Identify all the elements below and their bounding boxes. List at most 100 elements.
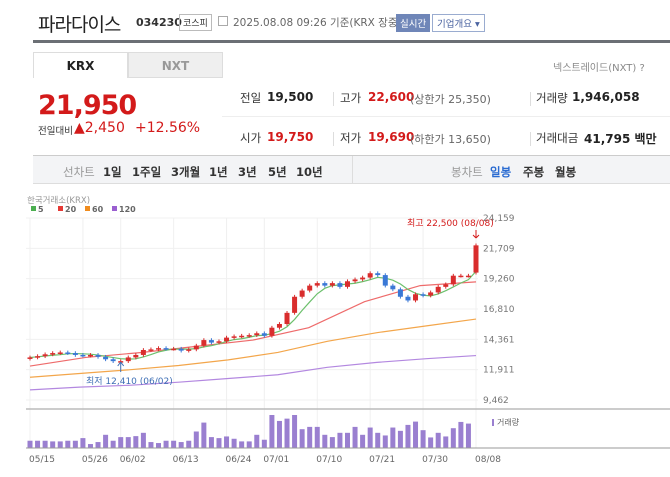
candle	[473, 245, 479, 273]
volume-bar	[337, 432, 343, 448]
period-3y[interactable]: 3년	[238, 164, 257, 180]
volume-bar	[72, 440, 78, 448]
price-chart[interactable]: 한국거래소(KRX) 5 20 60 120 24,15921,70919,26016…	[0, 190, 670, 477]
timestamp: 2025.08.08 09:26 기준(KRX 장중)	[233, 17, 402, 29]
volume-bar	[103, 434, 109, 448]
x-tick-label: 05/26	[82, 455, 108, 465]
divider	[352, 156, 353, 183]
amount-value: 41,795 백만	[584, 132, 657, 146]
y-tick-label: 19,260	[483, 275, 515, 285]
legend-label: 20	[65, 205, 77, 214]
candle	[420, 294, 426, 296]
market-badge: 코스피	[179, 14, 212, 31]
x-tick-label: 06/24	[226, 455, 252, 465]
ma5-line	[29, 270, 477, 360]
volume-bar	[314, 426, 320, 448]
period-3m[interactable]: 3개월	[171, 164, 200, 180]
candle	[87, 354, 93, 357]
candle	[397, 289, 403, 297]
candle	[458, 275, 464, 278]
divider	[333, 132, 334, 146]
candle	[314, 283, 320, 286]
volume-bar	[50, 441, 56, 448]
volume-bar	[118, 437, 124, 448]
candle	[125, 357, 131, 362]
period-1y[interactable]: 1년	[209, 164, 228, 180]
nxt-help-link[interactable]: 넥스트레이드(NXT) ?	[553, 59, 645, 74]
volume-bar	[284, 418, 290, 448]
candle	[224, 337, 230, 342]
volume-bar	[458, 421, 464, 448]
candle	[201, 340, 207, 346]
candle	[367, 273, 373, 278]
realtime-button[interactable]: 실시간	[396, 14, 431, 32]
y-tick-label: 9,462	[483, 396, 509, 406]
tab-krx[interactable]: KRX	[33, 52, 128, 78]
period-monthly[interactable]: 월봉	[555, 164, 576, 180]
change-value: ▲2,450	[74, 120, 125, 136]
candle	[178, 348, 184, 351]
candle	[307, 285, 313, 291]
volume-bar	[110, 440, 116, 448]
volume-bar	[186, 440, 192, 448]
candle	[171, 348, 177, 351]
candle	[344, 281, 350, 287]
period-1w[interactable]: 1주일	[132, 164, 161, 180]
volume-bar	[428, 437, 434, 448]
volume-bar	[322, 434, 328, 448]
open-value: 19,750	[267, 130, 314, 144]
volume-bar	[80, 438, 86, 448]
candle	[42, 354, 48, 357]
candle	[390, 285, 396, 290]
volume-bar	[65, 440, 71, 448]
period-daily[interactable]: 일봉	[490, 164, 511, 180]
current-price: 21,950	[38, 90, 137, 121]
legend-swatch	[85, 206, 90, 211]
line-chart-label: 선차트	[63, 165, 95, 179]
divider	[530, 132, 531, 146]
volume-bar	[246, 441, 252, 448]
tab-nxt[interactable]: NXT	[128, 52, 223, 78]
volume-bar	[224, 436, 230, 448]
period-5y[interactable]: 5년	[268, 164, 287, 180]
lower-limit: (하한가 13,650)	[410, 133, 491, 146]
company-info-dropdown[interactable]: 기업개요 ▾	[432, 14, 485, 32]
divider	[333, 92, 334, 106]
ma60-line	[29, 318, 477, 378]
volume-bar	[254, 434, 260, 448]
period-weekly[interactable]: 주봉	[523, 164, 544, 180]
calendar-icon	[218, 16, 228, 26]
volume-bar	[125, 437, 131, 448]
volume-bar	[382, 435, 388, 448]
x-tick-label: 07/01	[263, 455, 289, 465]
candle	[443, 284, 449, 287]
x-tick-label: 05/15	[29, 455, 55, 465]
candle	[148, 349, 154, 351]
candle	[72, 353, 78, 355]
period-10y[interactable]: 10년	[296, 164, 323, 180]
period-1d[interactable]: 1일	[103, 164, 122, 180]
change-label: 전일대비	[38, 126, 73, 137]
y-tick-label: 14,361	[483, 335, 515, 345]
volume-bar	[178, 442, 184, 448]
volume-bar	[443, 436, 449, 448]
candle	[231, 336, 237, 338]
volume-bar	[420, 430, 426, 448]
candle	[163, 348, 169, 350]
volume-value: 1,946,058	[572, 90, 640, 104]
high-value: 22,600	[368, 90, 415, 104]
x-tick-label: 06/13	[173, 455, 199, 465]
volume-bar	[201, 422, 207, 448]
x-tick-label: 07/10	[316, 455, 342, 465]
volume-bar	[239, 441, 245, 448]
candle	[80, 354, 86, 357]
volume-bar	[405, 424, 411, 448]
header-divider	[33, 40, 670, 43]
upper-limit: (상한가 25,350)	[410, 93, 491, 106]
row-divider	[222, 116, 670, 117]
candle	[254, 333, 260, 336]
volume-bar	[413, 421, 419, 448]
prev-value: 19,500	[267, 90, 314, 104]
volume-bar	[171, 440, 177, 448]
low-value: 19,690	[368, 130, 415, 144]
